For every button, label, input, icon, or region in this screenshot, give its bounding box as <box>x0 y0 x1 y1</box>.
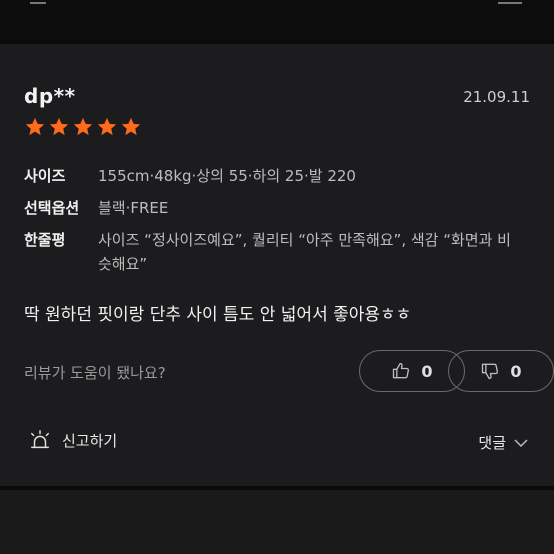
size-value: 155cm·48kg·상의 55·하의 25·발 220 <box>98 167 356 185</box>
alarm-siren-icon <box>28 429 52 451</box>
star-icon <box>96 116 118 138</box>
short-review-value: 사이즈 “정사이즈예요”, 퀄리티 “아주 만족해요”, 색감 “화면과 비슷해… <box>98 231 511 273</box>
helpful-down-button[interactable]: 0 <box>448 350 554 392</box>
star-icon <box>120 116 142 138</box>
review-date: 21.09.11 <box>463 88 530 106</box>
star-icon <box>72 116 94 138</box>
previous-item-fragment <box>498 0 522 4</box>
next-review-card <box>0 490 554 554</box>
review-card: dp** 21.09.11 사이즈 155cm·48kg·상의 55·하의 25… <box>0 44 554 486</box>
option-label: 선택옵션 <box>24 199 80 217</box>
previous-review-footer <box>0 0 554 40</box>
size-label: 사이즈 <box>24 167 66 185</box>
helpful-down-count: 0 <box>510 361 522 381</box>
helpful-question: 리뷰가 도움이 됐나요? <box>24 364 166 382</box>
previous-item-fragment <box>30 0 46 4</box>
thumbs-down-icon <box>480 361 500 381</box>
thumbs-up-icon <box>391 361 411 381</box>
report-button[interactable]: 신고하기 <box>28 429 117 451</box>
reviewer-name: dp** <box>24 84 76 108</box>
star-icon <box>24 116 46 138</box>
comments-toggle[interactable]: 댓글 <box>478 432 528 453</box>
review-body: 딱 원하던 핏이랑 단추 사이 틈도 안 넓어서 좋아용ㅎㅎ <box>24 305 412 325</box>
helpful-up-count: 0 <box>421 361 433 381</box>
star-icon <box>48 116 70 138</box>
option-value: 블랙·FREE <box>98 199 169 217</box>
chevron-down-icon <box>514 438 528 448</box>
report-label: 신고하기 <box>62 431 118 450</box>
short-review-label: 한줄평 <box>24 231 66 249</box>
star-rating <box>24 116 142 138</box>
comments-label: 댓글 <box>478 434 506 452</box>
